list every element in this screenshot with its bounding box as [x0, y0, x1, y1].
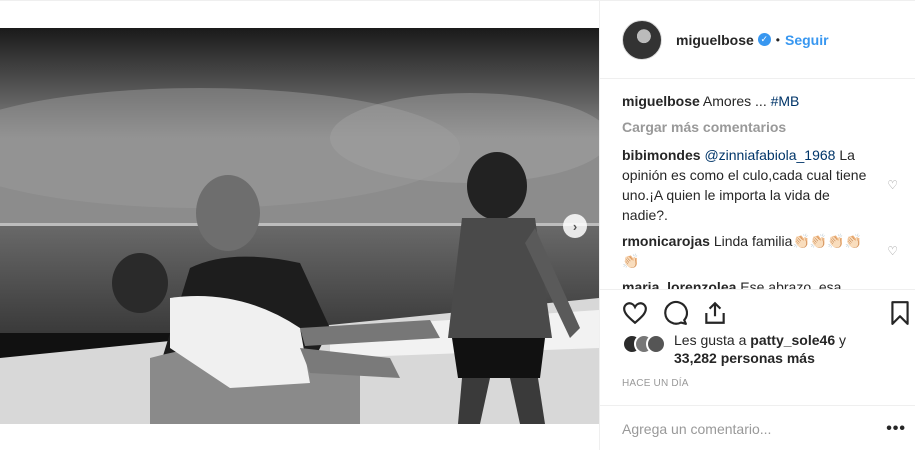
share-icon[interactable] [702, 300, 728, 326]
post-photo[interactable]: › [0, 28, 599, 424]
heart-icon[interactable] [622, 300, 648, 326]
likes-text: Les gusta a patty_sole46 y 33,282 person… [674, 331, 904, 367]
comments-list[interactable]: miguelbose Amores ... #MB Cargar más com… [622, 91, 904, 289]
header-separator: • [775, 32, 780, 47]
add-comment-bar: ••• [600, 405, 915, 450]
comment-text: Linda familia [713, 233, 793, 249]
avatar[interactable] [622, 19, 662, 60]
header-username[interactable]: miguelbose [676, 32, 754, 48]
caption-hashtag[interactable]: #MB [771, 93, 800, 109]
likes-username[interactable]: patty_sole46 [750, 332, 835, 348]
comment-like-heart-icon[interactable]: ♡ [887, 241, 898, 261]
caption: miguelbose Amores ... #MB [622, 91, 904, 111]
liker-avatar[interactable] [646, 334, 666, 354]
likes-avatars [622, 334, 668, 356]
follow-button[interactable]: Seguir [785, 32, 829, 48]
post-header: miguelbose ✓ • Seguir [600, 1, 915, 79]
photo-image [0, 28, 599, 424]
load-more-comments-button[interactable]: Cargar más comentarios [622, 117, 904, 137]
caption-text: Amores ... [702, 93, 767, 109]
post-container: › miguelbose ✓ • Seguir miguelbose Amore… [0, 0, 915, 450]
carousel-next-icon[interactable]: › [563, 214, 587, 238]
comment-username[interactable]: bibimondes [622, 147, 701, 163]
comment-item: bibimondes @zinniafabiola_1968 La opinió… [622, 145, 904, 225]
comment-icon[interactable] [662, 300, 688, 326]
post-timestamp[interactable]: HACE UN DÍA [622, 378, 689, 389]
likes-summary: Les gusta a patty_sole46 y 33,282 person… [622, 331, 904, 367]
comment-username[interactable]: maria_lorenzolea [622, 279, 736, 289]
more-options-icon[interactable]: ••• [886, 420, 906, 438]
comment-like-heart-icon[interactable]: ♡ [887, 175, 898, 195]
post-sidebar: miguelbose ✓ • Seguir miguelbose Amores … [599, 1, 915, 450]
comment-item: maria_lorenzolea Ese abrazo, esa mirada.… [622, 277, 904, 289]
bookmark-icon[interactable] [887, 300, 913, 326]
likes-count[interactable]: 33,282 personas más [674, 350, 815, 366]
action-bar [600, 289, 915, 337]
comment-mention[interactable]: @zinniafabiola_1968 [704, 147, 835, 163]
likes-prefix: Les gusta a [674, 332, 747, 348]
comment-input[interactable] [622, 420, 872, 437]
likes-conj: y [839, 332, 846, 348]
comment-item: rmonicarojas Linda familia👏🏻👏🏻👏🏻👏🏻👏🏻 ♡ [622, 231, 904, 271]
comment-username[interactable]: rmonicarojas [622, 233, 710, 249]
caption-username[interactable]: miguelbose [622, 93, 700, 109]
verified-badge-icon: ✓ [757, 33, 771, 46]
